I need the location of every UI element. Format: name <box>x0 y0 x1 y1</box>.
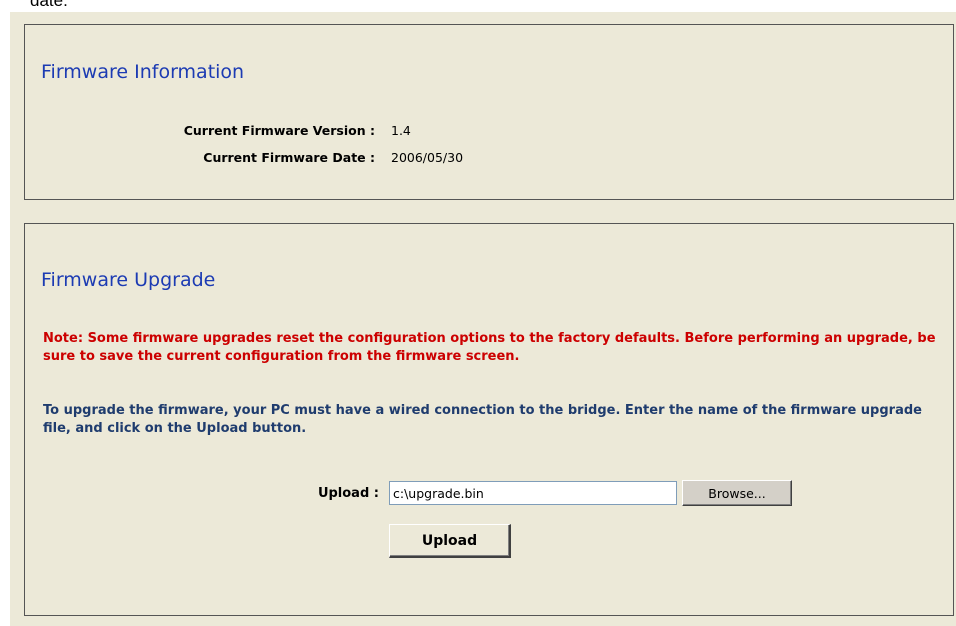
firmware-version-label: Current Firmware Version : <box>183 123 375 138</box>
firmware-version-value: 1.4 <box>391 123 411 138</box>
firmware-version-row: Current Firmware Version : 1.4 <box>25 123 955 143</box>
browse-button[interactable]: Browse... <box>682 480 792 506</box>
firmware-file-input[interactable] <box>389 481 677 505</box>
upgrade-warning-note: Note: Some firmware upgrades reset the c… <box>43 331 936 364</box>
firmware-information-panel: Firmware Information Current Firmware Ve… <box>24 24 954 200</box>
firmware-date-value: 2006/05/30 <box>391 150 464 165</box>
firmware-upgrade-panel: Firmware Upgrade Note: Some firmware upg… <box>24 223 954 616</box>
upload-button[interactable]: Upload <box>389 524 511 558</box>
firmware-information-title: Firmware Information <box>41 61 245 83</box>
firmware-date-row: Current Firmware Date : 2006/05/30 <box>25 150 955 170</box>
upload-label: Upload : <box>317 486 379 501</box>
upgrade-instructions: To upgrade the firmware, your PC must ha… <box>43 403 922 436</box>
clipped-top-text: date. <box>30 0 68 10</box>
firmware-date-label: Current Firmware Date : <box>203 150 375 165</box>
firmware-upgrade-title: Firmware Upgrade <box>41 269 216 291</box>
